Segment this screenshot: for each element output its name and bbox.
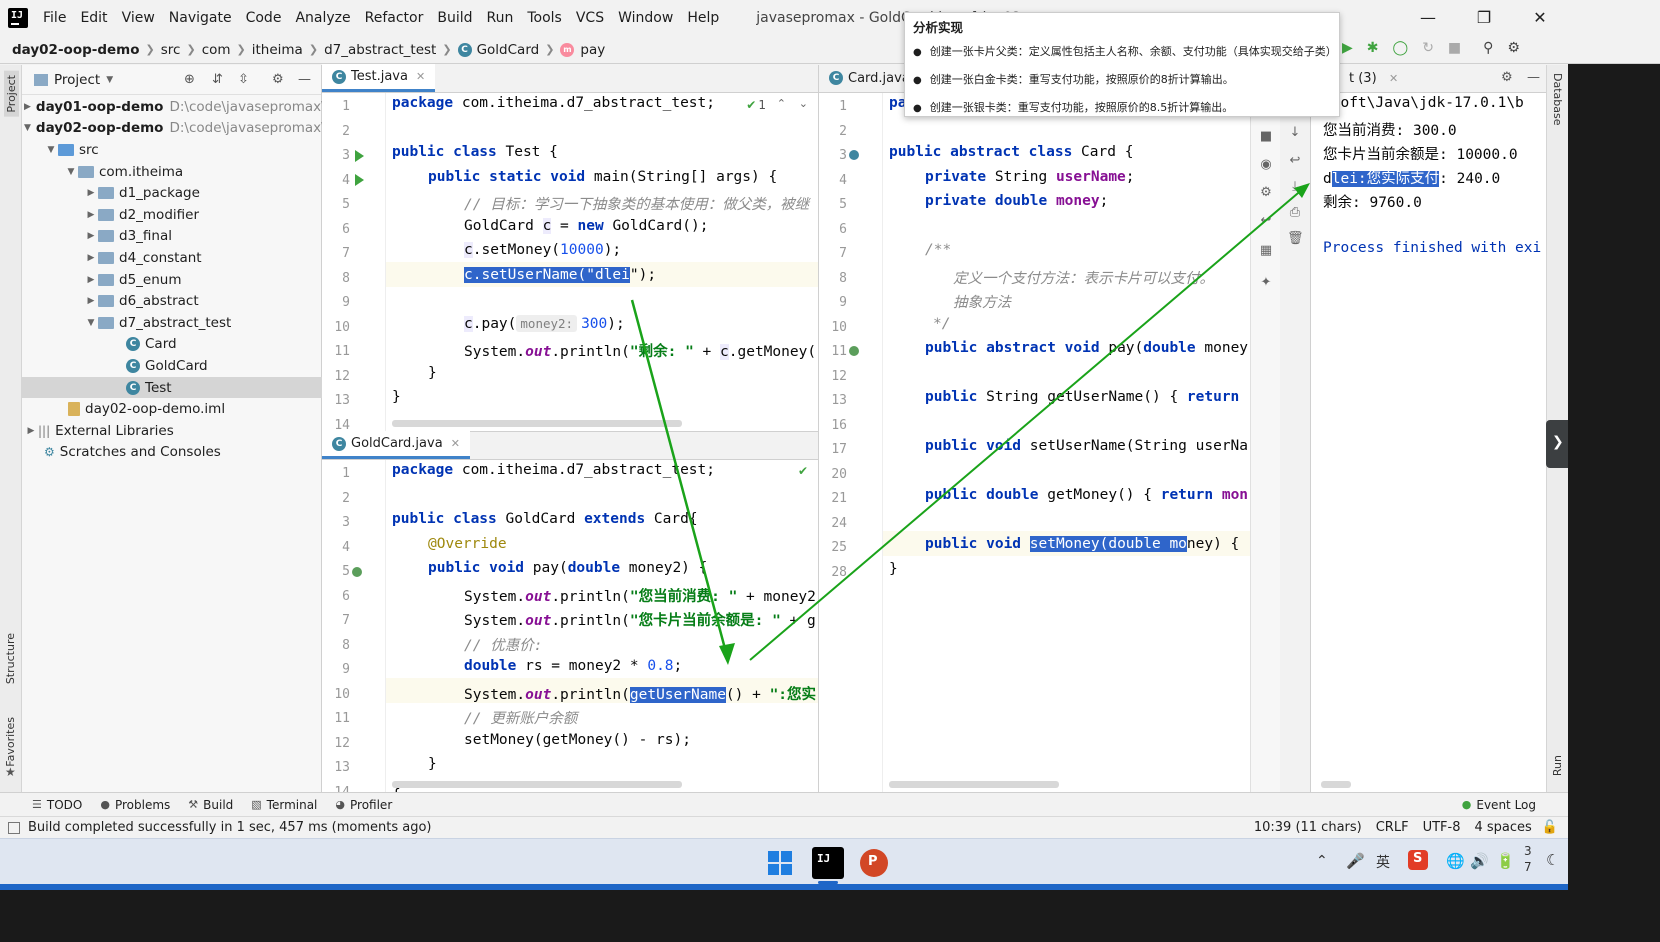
event-log-button[interactable]: ● Event Log [1462, 798, 1536, 812]
terminal-tool-button[interactable]: ▧ Terminal [251, 798, 317, 812]
event-log-icon: ● [1461, 798, 1472, 811]
intellij-taskbar-icon[interactable]: IJ [812, 847, 844, 879]
chevron-up-icon[interactable]: ⌃ [1316, 853, 1328, 869]
file-encoding[interactable]: UTF-8 [1423, 820, 1461, 835]
status-toggle-icon[interactable] [8, 821, 20, 834]
list-icon: ☰ [32, 798, 42, 811]
arrow-line [630, 299, 730, 661]
bottom-tool-bar: ☰ TODO ● Problems ⚒ Build ▧ Terminal ◕ Profil… [0, 792, 1568, 816]
lock-icon[interactable]: 🔓 [1542, 820, 1558, 835]
taskbar: IJ P ⌃ 🎤 英 S 🌐 🔊 🔋 37 ☾ [0, 838, 1568, 884]
arrow-head [719, 643, 735, 665]
problems-icon: ● [100, 798, 110, 811]
hammer-icon: ⚒ [188, 798, 199, 811]
profiler-icon: ◕ [335, 798, 345, 811]
moon-icon[interactable]: ☾ [1546, 851, 1559, 869]
problems-tool-button[interactable]: ● Problems [100, 798, 170, 812]
battery-icon[interactable]: 🔋 [1496, 852, 1515, 870]
clock[interactable]: 37 [1524, 843, 1532, 875]
microphone-icon[interactable]: 🎤 [1346, 852, 1365, 870]
status-message: Build completed successfully in 1 sec, 4… [28, 820, 432, 835]
terminal-icon: ▧ [251, 798, 262, 811]
arrow-line [749, 187, 1305, 661]
status-bar: Build completed successfully in 1 sec, 4… [0, 816, 1568, 838]
todo-tool-button[interactable]: ☰ TODO [32, 798, 82, 812]
windows-start-icon[interactable] [768, 851, 792, 875]
line-separator[interactable]: CRLF [1376, 820, 1409, 835]
indent-setting[interactable]: 4 spaces [1474, 820, 1531, 835]
profiler-tool-button[interactable]: ◕ Profiler [335, 798, 392, 812]
globe-icon[interactable]: 🌐 [1446, 852, 1465, 870]
powerpoint-taskbar-icon[interactable]: P [860, 849, 888, 877]
screen-border-right [1568, 0, 1660, 942]
build-tool-button[interactable]: ⚒ Build [188, 798, 233, 812]
taskbar-accent [0, 884, 1568, 890]
sogou-icon[interactable]: S [1408, 850, 1428, 870]
volume-icon[interactable]: 🔊 [1470, 852, 1489, 870]
caret-position[interactable]: 10:39 (11 chars) [1254, 820, 1362, 835]
ime-indicator[interactable]: 英 [1376, 852, 1390, 872]
